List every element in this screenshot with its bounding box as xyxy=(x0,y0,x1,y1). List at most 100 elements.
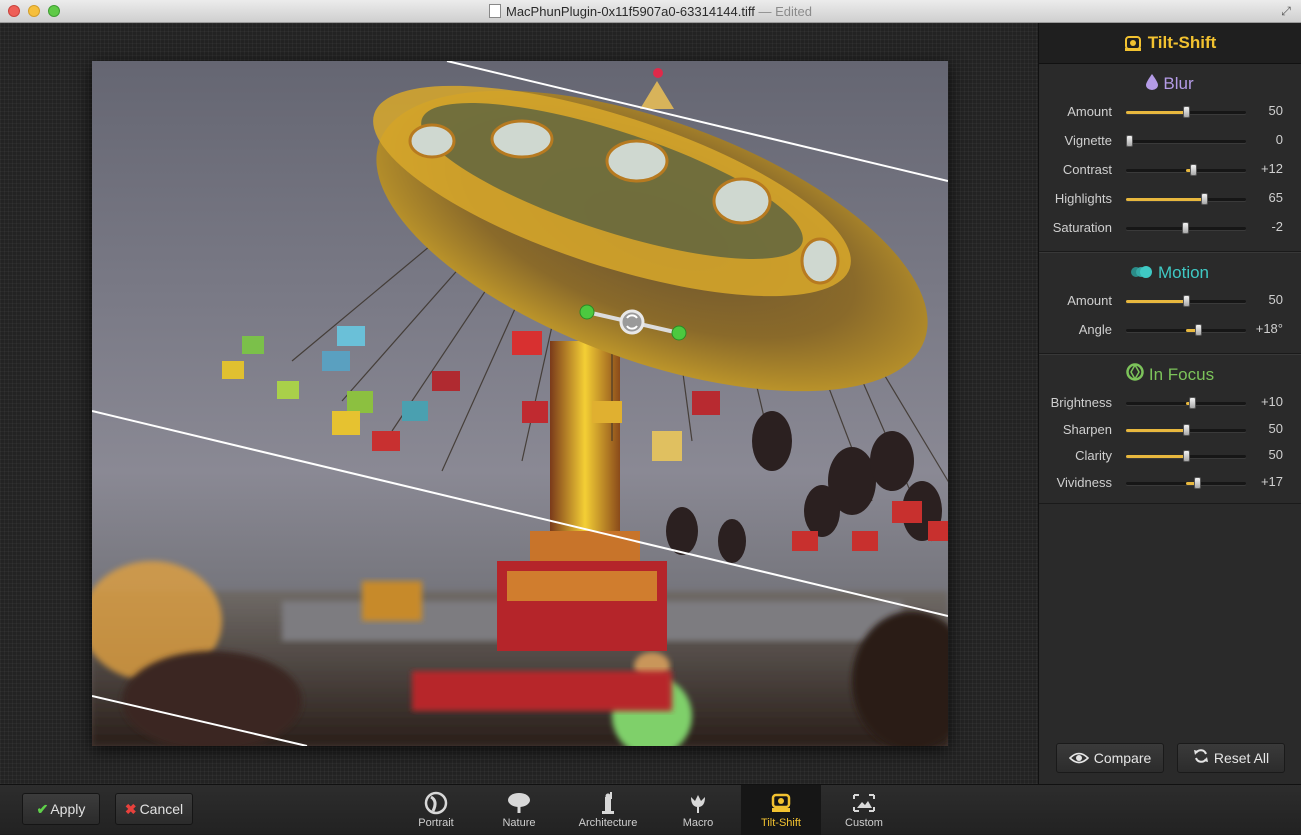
preset-tilt-shift[interactable]: Tilt-Shift xyxy=(741,785,821,835)
focus-handle-left xyxy=(579,304,595,320)
focus-vividness-slider-row: Vividness +17 xyxy=(1039,469,1301,496)
focus-sharpen-slider[interactable] xyxy=(1126,423,1246,436)
cancel-label: Cancel xyxy=(139,801,184,817)
focus-clarity-label: Clarity xyxy=(1075,448,1112,463)
rotate-handle-icon xyxy=(619,309,645,335)
focus-clarity-slider[interactable] xyxy=(1126,450,1246,462)
blur-amount-slider[interactable] xyxy=(1126,106,1246,118)
motion-angle-value: +18° xyxy=(1255,321,1283,336)
drop-icon xyxy=(1146,71,1159,99)
blur-section: Blur Amount 50 Vignette 0 Contrast +12 Highlig… xyxy=(1039,64,1301,252)
focus-brightness-slider-row: Brightness +10 xyxy=(1039,389,1301,416)
slider-fill xyxy=(1126,428,1186,432)
compare-button[interactable]: Compare xyxy=(1056,743,1164,773)
slider-thumb[interactable] xyxy=(1183,450,1190,462)
slider-fill xyxy=(1126,111,1186,114)
focus-brightness-label: Brightness xyxy=(1050,395,1112,410)
focus-vividness-slider[interactable] xyxy=(1126,476,1246,489)
focus-icon xyxy=(1126,362,1144,390)
motion-angle-slider[interactable] xyxy=(1126,324,1246,336)
slider-fill xyxy=(1126,455,1186,458)
motion-title-text: Motion xyxy=(1157,263,1210,282)
blur-contrast-slider-row: Contrast +12 xyxy=(1039,156,1301,185)
compare-label: Compare xyxy=(1093,750,1152,766)
slider-thumb[interactable] xyxy=(1190,164,1198,176)
focus-sharpen-slider-row: Sharpen 50 xyxy=(1039,416,1301,443)
blur-vignette-slider-row: Vignette 0 xyxy=(1039,127,1301,156)
preset-architecture[interactable]: Architecture xyxy=(570,785,646,835)
blur-vignette-slider[interactable] xyxy=(1126,135,1246,147)
motion-section: Motion Amount 50 Angle +18° xyxy=(1039,252,1301,354)
slider-thumb[interactable] xyxy=(1189,397,1196,409)
portrait-icon xyxy=(424,791,448,815)
blur-title-text: Blur xyxy=(1163,74,1194,93)
slider-thumb[interactable] xyxy=(1183,295,1190,307)
sidebar-title: Tilt-Shift xyxy=(1147,33,1217,52)
custom-image-icon xyxy=(853,794,875,812)
focus-handle-overlay xyxy=(579,304,687,341)
motion-section-title: Motion xyxy=(1039,259,1301,287)
blur-amount-value: 50 xyxy=(1268,103,1283,118)
focus-title-text: In Focus xyxy=(1148,365,1215,384)
slider-thumb[interactable] xyxy=(1126,135,1133,147)
slider-thumb[interactable] xyxy=(1183,423,1190,436)
motion-amount-value: 50 xyxy=(1268,292,1283,307)
slider-thumb[interactable] xyxy=(1181,222,1189,234)
preset-custom-label: Custom xyxy=(845,817,883,829)
focus-sharpen-label: Sharpen xyxy=(1062,421,1112,437)
slider-fill xyxy=(1126,300,1186,303)
motion-icon xyxy=(1130,260,1153,288)
tree-icon xyxy=(508,793,530,813)
slider-fill xyxy=(1126,198,1204,201)
bottom-toolbar: ✔ Apply ✖ Cancel Portrait Nature Architect… xyxy=(0,784,1301,835)
blur-saturation-label: Saturation xyxy=(1052,220,1112,235)
tilt-shift-icon xyxy=(1124,36,1141,51)
reset-all-button[interactable]: Reset All xyxy=(1177,743,1285,773)
focus-brightness-slider[interactable] xyxy=(1126,397,1246,409)
preset-macro[interactable]: Macro xyxy=(668,785,728,835)
focus-section-title: In Focus xyxy=(1039,361,1301,389)
blur-contrast-slider[interactable] xyxy=(1126,164,1246,176)
slider-thumb[interactable] xyxy=(1195,324,1202,336)
preset-portrait[interactable]: Portrait xyxy=(405,785,467,835)
blur-saturation-value: -2 xyxy=(1271,219,1283,234)
blur-highlights-value: 65 xyxy=(1268,190,1283,205)
preset-nature[interactable]: Nature xyxy=(488,785,550,835)
blur-saturation-slider[interactable] xyxy=(1126,222,1246,234)
blur-section-title: Blur xyxy=(1039,70,1301,98)
motion-angle-slider-row: Angle +18° xyxy=(1039,316,1301,345)
blur-highlights-slider[interactable] xyxy=(1126,193,1246,205)
window-title: MacPhunPlugin-0x11f5907a0-63314144.tiff … xyxy=(0,4,1301,19)
document-icon xyxy=(489,4,501,18)
sidebar-header: Tilt-Shift xyxy=(1039,23,1301,64)
blur-highlights-label: Highlights xyxy=(1054,191,1112,206)
apply-button[interactable]: ✔ Apply xyxy=(22,793,100,825)
cancel-button[interactable]: ✖ Cancel xyxy=(115,793,193,825)
tulip-icon xyxy=(691,795,705,813)
photo-preview[interactable] xyxy=(92,61,948,746)
checkmark-icon: ✔ xyxy=(36,801,49,817)
reset-all-label: Reset All xyxy=(1213,750,1270,766)
focus-brightness-value: +10 xyxy=(1260,394,1283,409)
preset-architecture-label: Architecture xyxy=(578,817,638,829)
blur-contrast-label: Contrast xyxy=(1062,162,1112,177)
preset-custom[interactable]: Custom xyxy=(833,785,895,835)
window-titlebar: MacPhunPlugin-0x11f5907a0-63314144.tiff … xyxy=(0,0,1301,23)
fullscreen-icon[interactable]: ⤢ xyxy=(1279,4,1293,18)
blur-vignette-label: Vignette xyxy=(1064,133,1112,148)
motion-amount-slider-row: Amount 50 xyxy=(1039,287,1301,316)
preset-portrait-label: Portrait xyxy=(418,817,454,829)
preset-macro-label: Macro xyxy=(682,817,714,829)
blur-amount-label: Amount xyxy=(1067,104,1112,119)
motion-amount-slider[interactable] xyxy=(1126,295,1246,307)
focus-vividness-value: +17 xyxy=(1260,473,1283,489)
slider-thumb[interactable] xyxy=(1201,193,1208,205)
slider-thumb[interactable] xyxy=(1183,106,1190,118)
motion-angle-label: Angle xyxy=(1078,322,1112,337)
edited-status: — Edited xyxy=(758,4,812,19)
image-canvas xyxy=(0,23,1038,784)
slider-thumb[interactable] xyxy=(1193,476,1201,489)
focus-handle-right xyxy=(671,325,687,341)
refresh-icon xyxy=(1193,745,1209,773)
adjustments-sidebar: Tilt-Shift Blur Amount 50 Vignette 0 Contras… xyxy=(1038,23,1301,784)
